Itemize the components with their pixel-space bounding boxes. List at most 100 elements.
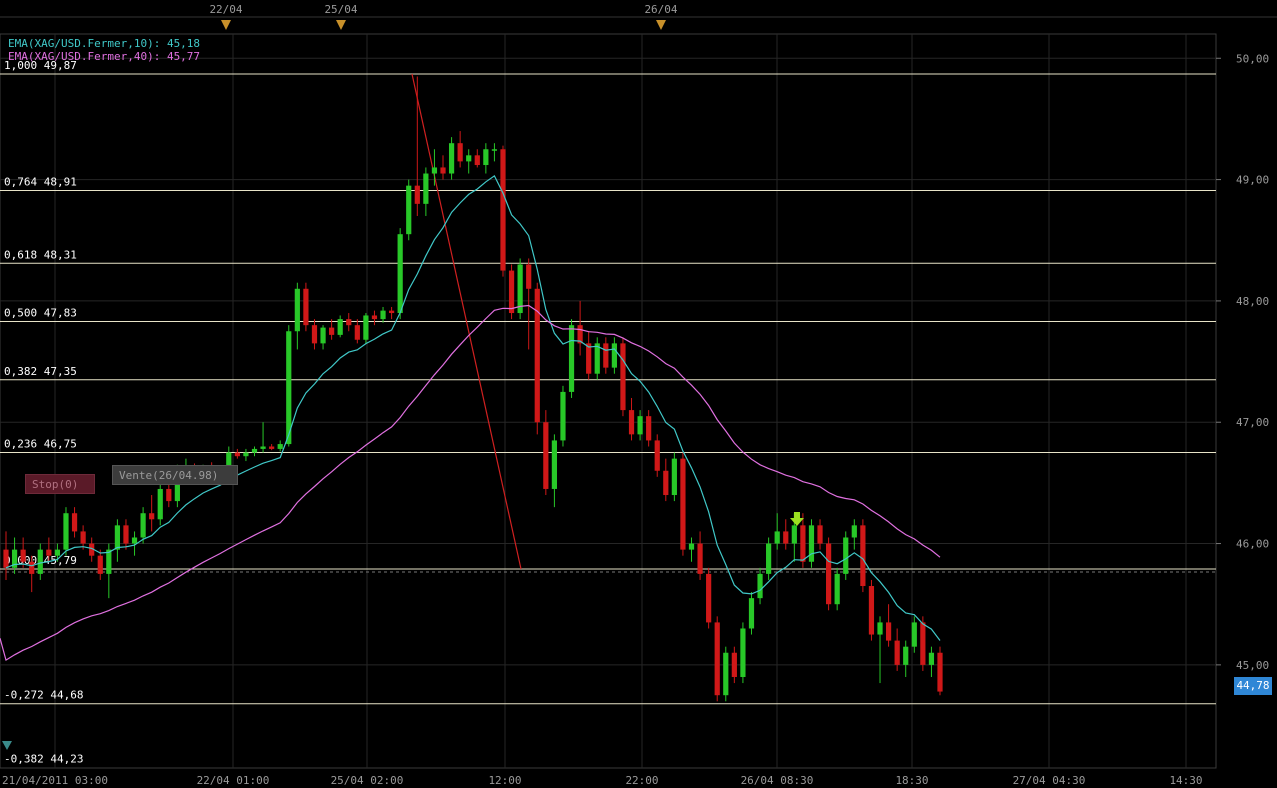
fib-level-label: 0,236 46,75: [4, 438, 77, 451]
candle-body: [766, 543, 772, 574]
candle-body: [894, 640, 900, 665]
date-marker-triangle-icon: [221, 20, 231, 30]
candle-body: [637, 416, 643, 435]
fib-level-label: 0,500 47,83: [4, 307, 77, 320]
x-tick-label: 26/04 08:30: [741, 774, 814, 787]
candle-body: [671, 458, 677, 496]
candle-body: [114, 525, 120, 550]
time-axis: 21/04/2011 03:00 22/04 01:00 25/04 02:00 12…: [2, 774, 1203, 787]
candle-body: [826, 543, 832, 605]
x-tick-label: 22/04 01:00: [197, 774, 270, 787]
candlesticks: [3, 76, 943, 702]
candle-body: [560, 391, 566, 441]
candle-body: [440, 167, 446, 174]
candle-body: [97, 555, 103, 574]
y-tick-label: 48,00: [1236, 295, 1269, 308]
candle-body: [500, 149, 506, 271]
candle-body: [260, 446, 266, 449]
candle-body: [243, 452, 249, 457]
candle-body: [680, 458, 686, 550]
candle-body: [603, 343, 609, 368]
x-tick-label: 18:30: [895, 774, 928, 787]
stop-order-button[interactable]: Stop(0): [25, 474, 95, 494]
candle-body: [346, 319, 352, 326]
x-tick-label: 21/04/2011 03:00: [2, 774, 108, 787]
candle-body: [466, 155, 472, 162]
x-tick-label: 14:30: [1169, 774, 1202, 787]
candle-body: [149, 513, 155, 520]
candle-body: [448, 143, 455, 174]
legend-entry: EMA(XAG/USD.Fermer,40): 45,77: [8, 50, 200, 63]
candle-body: [723, 652, 729, 696]
candle-body: [594, 343, 600, 374]
date-marker-label: 26/04: [644, 3, 677, 16]
price-chart: 1,000 49,870,764 48,910,618 48,310,500 4…: [0, 3, 1277, 787]
legend-entry: EMA(XAG/USD.Fermer,10): 45,18: [8, 37, 200, 50]
x-tick-label: 25/04 02:00: [331, 774, 404, 787]
candle-body: [337, 319, 343, 335]
candle-body: [628, 410, 635, 435]
candle-body: [423, 173, 429, 204]
grid-lines: [0, 16, 1277, 769]
y-tick-label: 50,00: [1236, 52, 1269, 65]
candle-body: [63, 513, 69, 550]
candle-body: [54, 549, 61, 556]
candle-body: [783, 531, 789, 544]
sell-signal-arrow-icon[interactable]: [790, 512, 804, 526]
candle-body: [397, 234, 403, 314]
candle-body: [3, 549, 9, 568]
date-marker-triangle-icon: [656, 20, 666, 30]
candle-body: [620, 343, 626, 411]
price-axis: 50,00 49,00 48,00 47,00 46,00 45,00: [1216, 52, 1269, 672]
candle-body: [508, 270, 515, 314]
date-marker-label: 22/04: [209, 3, 242, 16]
candle-body: [140, 513, 146, 538]
candle-body: [543, 422, 549, 489]
fibonacci-levels: 1,000 49,870,764 48,910,618 48,310,500 4…: [0, 59, 1216, 765]
candle-body: [877, 622, 883, 635]
candle-body: [526, 264, 532, 289]
candle-body: [483, 149, 489, 166]
candle-body: [329, 327, 335, 335]
candle-body: [157, 488, 163, 520]
candle-body: [885, 622, 892, 641]
x-tick-label: 22:00: [625, 774, 658, 787]
candle-body: [388, 310, 395, 314]
candle-body: [303, 288, 309, 326]
candle-body: [551, 440, 558, 489]
candle-body: [706, 573, 712, 623]
candle-body: [474, 155, 480, 166]
candle-body: [714, 622, 720, 696]
candle-body: [406, 185, 412, 235]
candle-body: [71, 513, 78, 532]
fib-level-label: -0,272 44,68: [4, 689, 83, 702]
candle-body: [311, 325, 318, 344]
candle-body: [646, 416, 652, 441]
fib-level-label: 0,764 48,91: [4, 176, 77, 189]
y-tick-label: 49,00: [1236, 174, 1269, 187]
chart-legend: EMA(XAG/USD.Fermer,10): 45,18EMA(XAG/USD…: [8, 37, 200, 63]
candle-body: [29, 561, 35, 574]
fib-level-label: 0,618 48,31: [4, 248, 77, 261]
candle-body: [371, 315, 378, 320]
candle-body: [414, 185, 420, 204]
candle-body: [808, 525, 815, 562]
candle-body: [234, 452, 240, 457]
candle-body: [80, 531, 86, 544]
date-marker-triangle-icon: [336, 20, 346, 30]
candle-body: [937, 652, 943, 692]
candle-body: [663, 470, 669, 496]
candle-body: [654, 440, 660, 471]
candle-body: [294, 288, 300, 332]
candle-body: [269, 446, 275, 449]
candle-body: [568, 325, 575, 392]
candle-body: [37, 549, 43, 574]
candle-body: [851, 525, 857, 538]
candle-body: [491, 149, 498, 151]
y-tick-label: 47,00: [1236, 416, 1269, 429]
down-triangle-icon: [2, 741, 12, 750]
candle-body: [46, 549, 52, 556]
sell-order-button[interactable]: Vente(26/04.98): [112, 465, 238, 485]
candle-body: [534, 288, 540, 423]
candle-body: [860, 525, 866, 587]
